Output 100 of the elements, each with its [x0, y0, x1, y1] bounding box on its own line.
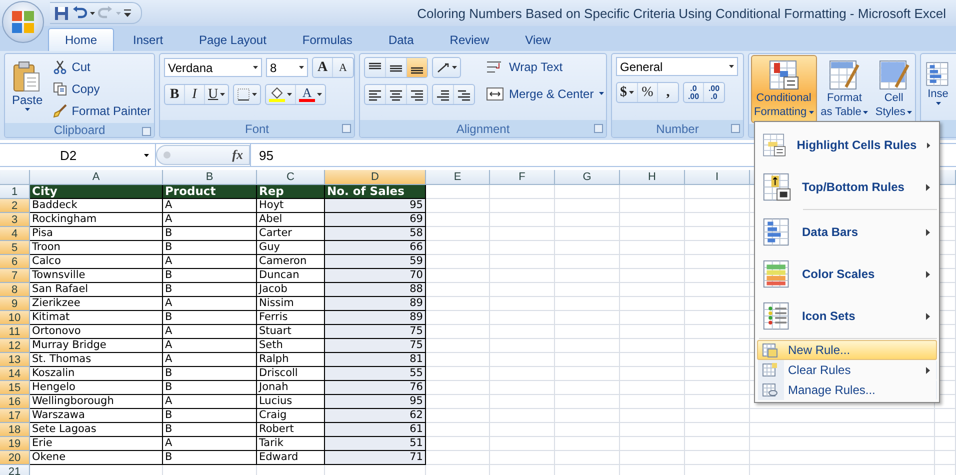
- decrease-decimal-button[interactable]: .00 .0: [704, 83, 724, 102]
- borders-icon: [237, 88, 250, 101]
- paste-button[interactable]: Paste: [9, 57, 46, 115]
- row-number[interactable]: 19: [0, 437, 30, 451]
- row-number[interactable]: 6: [0, 255, 30, 269]
- merge-center-button[interactable]: Merge & Center: [483, 84, 606, 103]
- table-cell: B: [163, 311, 257, 325]
- angled-text-icon: [436, 62, 450, 74]
- row-number[interactable]: 8: [0, 283, 30, 297]
- shrink-font-button[interactable]: A: [333, 58, 353, 77]
- ribbon-tab[interactable]: Insert: [116, 28, 180, 51]
- caret-icon: [317, 93, 322, 96]
- group-label: Number: [656, 122, 699, 136]
- copy-button[interactable]: Copy: [50, 79, 154, 98]
- menu-item[interactable]: New Rule...: [757, 340, 937, 360]
- bottom-align-icon[interactable]: [407, 58, 427, 77]
- empty-cell: [685, 227, 750, 241]
- row-number[interactable]: 12: [0, 339, 30, 353]
- column-header[interactable]: C: [257, 170, 325, 185]
- table-cell: 71: [325, 451, 426, 465]
- column-header[interactable]: H: [620, 170, 685, 185]
- menu-item[interactable]: Color Scales: [757, 253, 937, 295]
- caret-icon: [287, 93, 292, 96]
- ribbon-tab[interactable]: View: [508, 28, 568, 51]
- cut-button[interactable]: Cut: [50, 57, 154, 76]
- fill-color-button[interactable]: [266, 85, 296, 104]
- empty-cell: [490, 451, 555, 465]
- format-painter-button[interactable]: Format Painter: [50, 101, 154, 120]
- row-number[interactable]: 5: [0, 241, 30, 255]
- empty-cell: [490, 283, 555, 297]
- empty-cell: [620, 185, 685, 199]
- ribbon-tab[interactable]: Formulas: [285, 28, 370, 51]
- column-header[interactable]: I: [685, 170, 750, 185]
- empty-cell: [555, 395, 620, 409]
- column-header[interactable]: D: [325, 170, 426, 185]
- row-number[interactable]: 17: [0, 409, 30, 423]
- column-header[interactable]: B: [163, 170, 257, 185]
- empty-cell: [935, 451, 956, 465]
- ribbon-tab[interactable]: Home: [48, 28, 114, 51]
- empty-cell: [685, 395, 750, 409]
- row-number[interactable]: 10: [0, 311, 30, 325]
- percent-button[interactable]: %: [638, 83, 658, 102]
- row-number[interactable]: 9: [0, 297, 30, 311]
- ribbon-tab[interactable]: Data: [371, 28, 431, 51]
- ribbon-tab[interactable]: Page Layout: [182, 28, 284, 51]
- empty-cell: [685, 269, 750, 283]
- wrap-text-icon: [486, 60, 504, 74]
- menu-item[interactable]: Manage Rules...: [757, 380, 937, 400]
- menu-item[interactable]: Clear Rules: [757, 360, 937, 380]
- row-number[interactable]: 7: [0, 269, 30, 283]
- row-number[interactable]: 3: [0, 213, 30, 227]
- row-number[interactable]: 20: [0, 451, 30, 465]
- row-number[interactable]: 15: [0, 381, 30, 395]
- row-number[interactable]: 16: [0, 395, 30, 409]
- menu-item[interactable]: Data Bars: [757, 211, 937, 253]
- name-box[interactable]: D2: [0, 144, 156, 166]
- increase-decimal-button[interactable]: .0 .00: [684, 83, 704, 102]
- column-header[interactable]: E: [426, 170, 490, 185]
- table-cell: A: [163, 199, 257, 213]
- wrap-text-button[interactable]: Wrap Text: [483, 57, 606, 76]
- menu-table-icon: [762, 362, 778, 378]
- row-number[interactable]: 1: [0, 185, 30, 199]
- empty-cell: [620, 423, 685, 437]
- column-header[interactable]: F: [490, 170, 555, 185]
- font-name-field[interactable]: Verdana: [164, 58, 262, 77]
- insert-function-button[interactable]: fx: [232, 147, 243, 163]
- empty-cell: [685, 353, 750, 367]
- italic-button[interactable]: I: [185, 85, 205, 104]
- bold-button[interactable]: B: [165, 85, 185, 104]
- row-number[interactable]: 21: [0, 465, 30, 475]
- font-size-field[interactable]: 8: [266, 58, 308, 77]
- empty-cell: [935, 409, 956, 423]
- row-number[interactable]: 11: [0, 325, 30, 339]
- font-color-button[interactable]: A: [296, 85, 326, 104]
- comma-button[interactable]: ,: [658, 83, 678, 102]
- undo-icon[interactable]: [72, 5, 87, 21]
- table-cell: B: [163, 367, 257, 381]
- row-number[interactable]: 4: [0, 227, 30, 241]
- column-header[interactable]: G: [555, 170, 620, 185]
- currency-button[interactable]: $: [617, 83, 638, 102]
- table-icon: [878, 59, 910, 91]
- grow-font-button[interactable]: A: [313, 58, 333, 77]
- menu-item[interactable]: Icon Sets: [757, 295, 937, 337]
- ribbon-tab[interactable]: Review: [432, 28, 506, 51]
- styles-button[interactable]: Conditional Formatting: [751, 55, 817, 123]
- row-number[interactable]: 13: [0, 353, 30, 367]
- caret-icon: [808, 111, 814, 114]
- row-number[interactable]: 14: [0, 367, 30, 381]
- styles-button[interactable]: Cell Styles: [872, 55, 915, 123]
- save-icon[interactable]: [54, 5, 69, 21]
- table-cell: 89: [325, 297, 426, 311]
- number-format-field[interactable]: General: [616, 57, 738, 76]
- table-cell: 66: [325, 241, 426, 255]
- row-number[interactable]: 18: [0, 423, 30, 437]
- insert-button[interactable]: Inse: [922, 57, 954, 109]
- function-box[interactable]: fx: [156, 145, 250, 165]
- column-header[interactable]: A: [30, 170, 163, 185]
- row-number[interactable]: 2: [0, 199, 30, 213]
- underline-button[interactable]: U: [205, 85, 228, 104]
- menu-item[interactable]: Top/Bottom Rules: [757, 166, 937, 208]
